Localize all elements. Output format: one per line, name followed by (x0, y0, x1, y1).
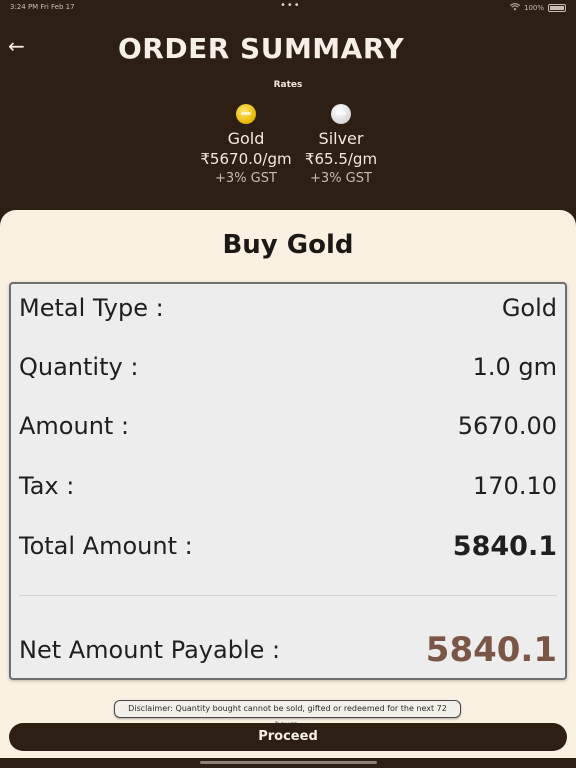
battery-icon (548, 4, 566, 12)
net-amount-row: Net Amount Payable : 5840.1 (19, 630, 557, 670)
silver-rate-price: ₹65.5/gm (304, 150, 378, 168)
status-bar: 3:24 PM Fri Feb 17 ••• 100% (0, 0, 576, 14)
tax-label: Tax : (19, 472, 75, 500)
battery-percent: 100% (523, 4, 544, 12)
summary-divider (19, 595, 557, 596)
amount-label: Amount : (19, 412, 130, 440)
gold-rate: Gold ₹5670.0/gm +3% GST (191, 104, 301, 189)
metal-type-label: Metal Type : (19, 294, 164, 322)
silver-rate-gst: +3% GST (310, 171, 372, 186)
sheet-title: Buy Gold (222, 230, 354, 260)
metal-type-row: Metal Type : Gold (19, 290, 557, 326)
total-amount-label: Total Amount : (19, 532, 193, 560)
silver-rate: Silver ₹65.5/gm +3% GST (286, 104, 396, 189)
gold-rate-price: ₹5670.0/gm (200, 150, 292, 168)
total-amount-row: Total Amount : 5840.1 (19, 528, 557, 564)
wifi-icon (509, 3, 521, 13)
silver-rate-name: Silver (318, 129, 364, 148)
tax-row: Tax : 170.10 (19, 468, 557, 504)
home-indicator[interactable] (200, 761, 377, 764)
proceed-button[interactable]: Proceed (9, 723, 567, 751)
amount-value: 5670.00 (457, 412, 557, 440)
gold-rate-name: Gold (227, 129, 265, 148)
gold-coin-icon (236, 104, 256, 124)
gold-rate-gst: +3% GST (215, 171, 277, 186)
rates-label: Rates (273, 80, 303, 90)
page-title: ORDER SUMMARY (118, 32, 405, 65)
quantity-label: Quantity : (19, 353, 139, 381)
tax-value: 170.10 (473, 472, 557, 500)
net-amount-value: 5840.1 (425, 630, 557, 670)
net-amount-label: Net Amount Payable : (19, 636, 281, 664)
summary-card: Metal Type : Gold Quantity : 1.0 gm Amou… (9, 282, 567, 680)
status-indicators: 100% (509, 3, 566, 13)
quantity-value: 1.0 gm (472, 353, 557, 381)
quantity-row: Quantity : 1.0 gm (19, 349, 557, 385)
order-sheet: Buy Gold Metal Type : Gold Quantity : 1.… (0, 210, 576, 758)
status-time: 3:24 PM Fri Feb 17 (10, 3, 75, 11)
metal-type-value: Gold (501, 294, 557, 322)
amount-row: Amount : 5670.00 (19, 408, 557, 444)
back-arrow-icon[interactable]: ← (8, 34, 30, 58)
total-amount-value: 5840.1 (452, 530, 557, 562)
multitasking-dots[interactable]: ••• (280, 0, 301, 11)
disclaimer-text: Disclaimer: Quantity bought cannot be so… (114, 700, 461, 729)
silver-coin-icon (331, 104, 351, 124)
